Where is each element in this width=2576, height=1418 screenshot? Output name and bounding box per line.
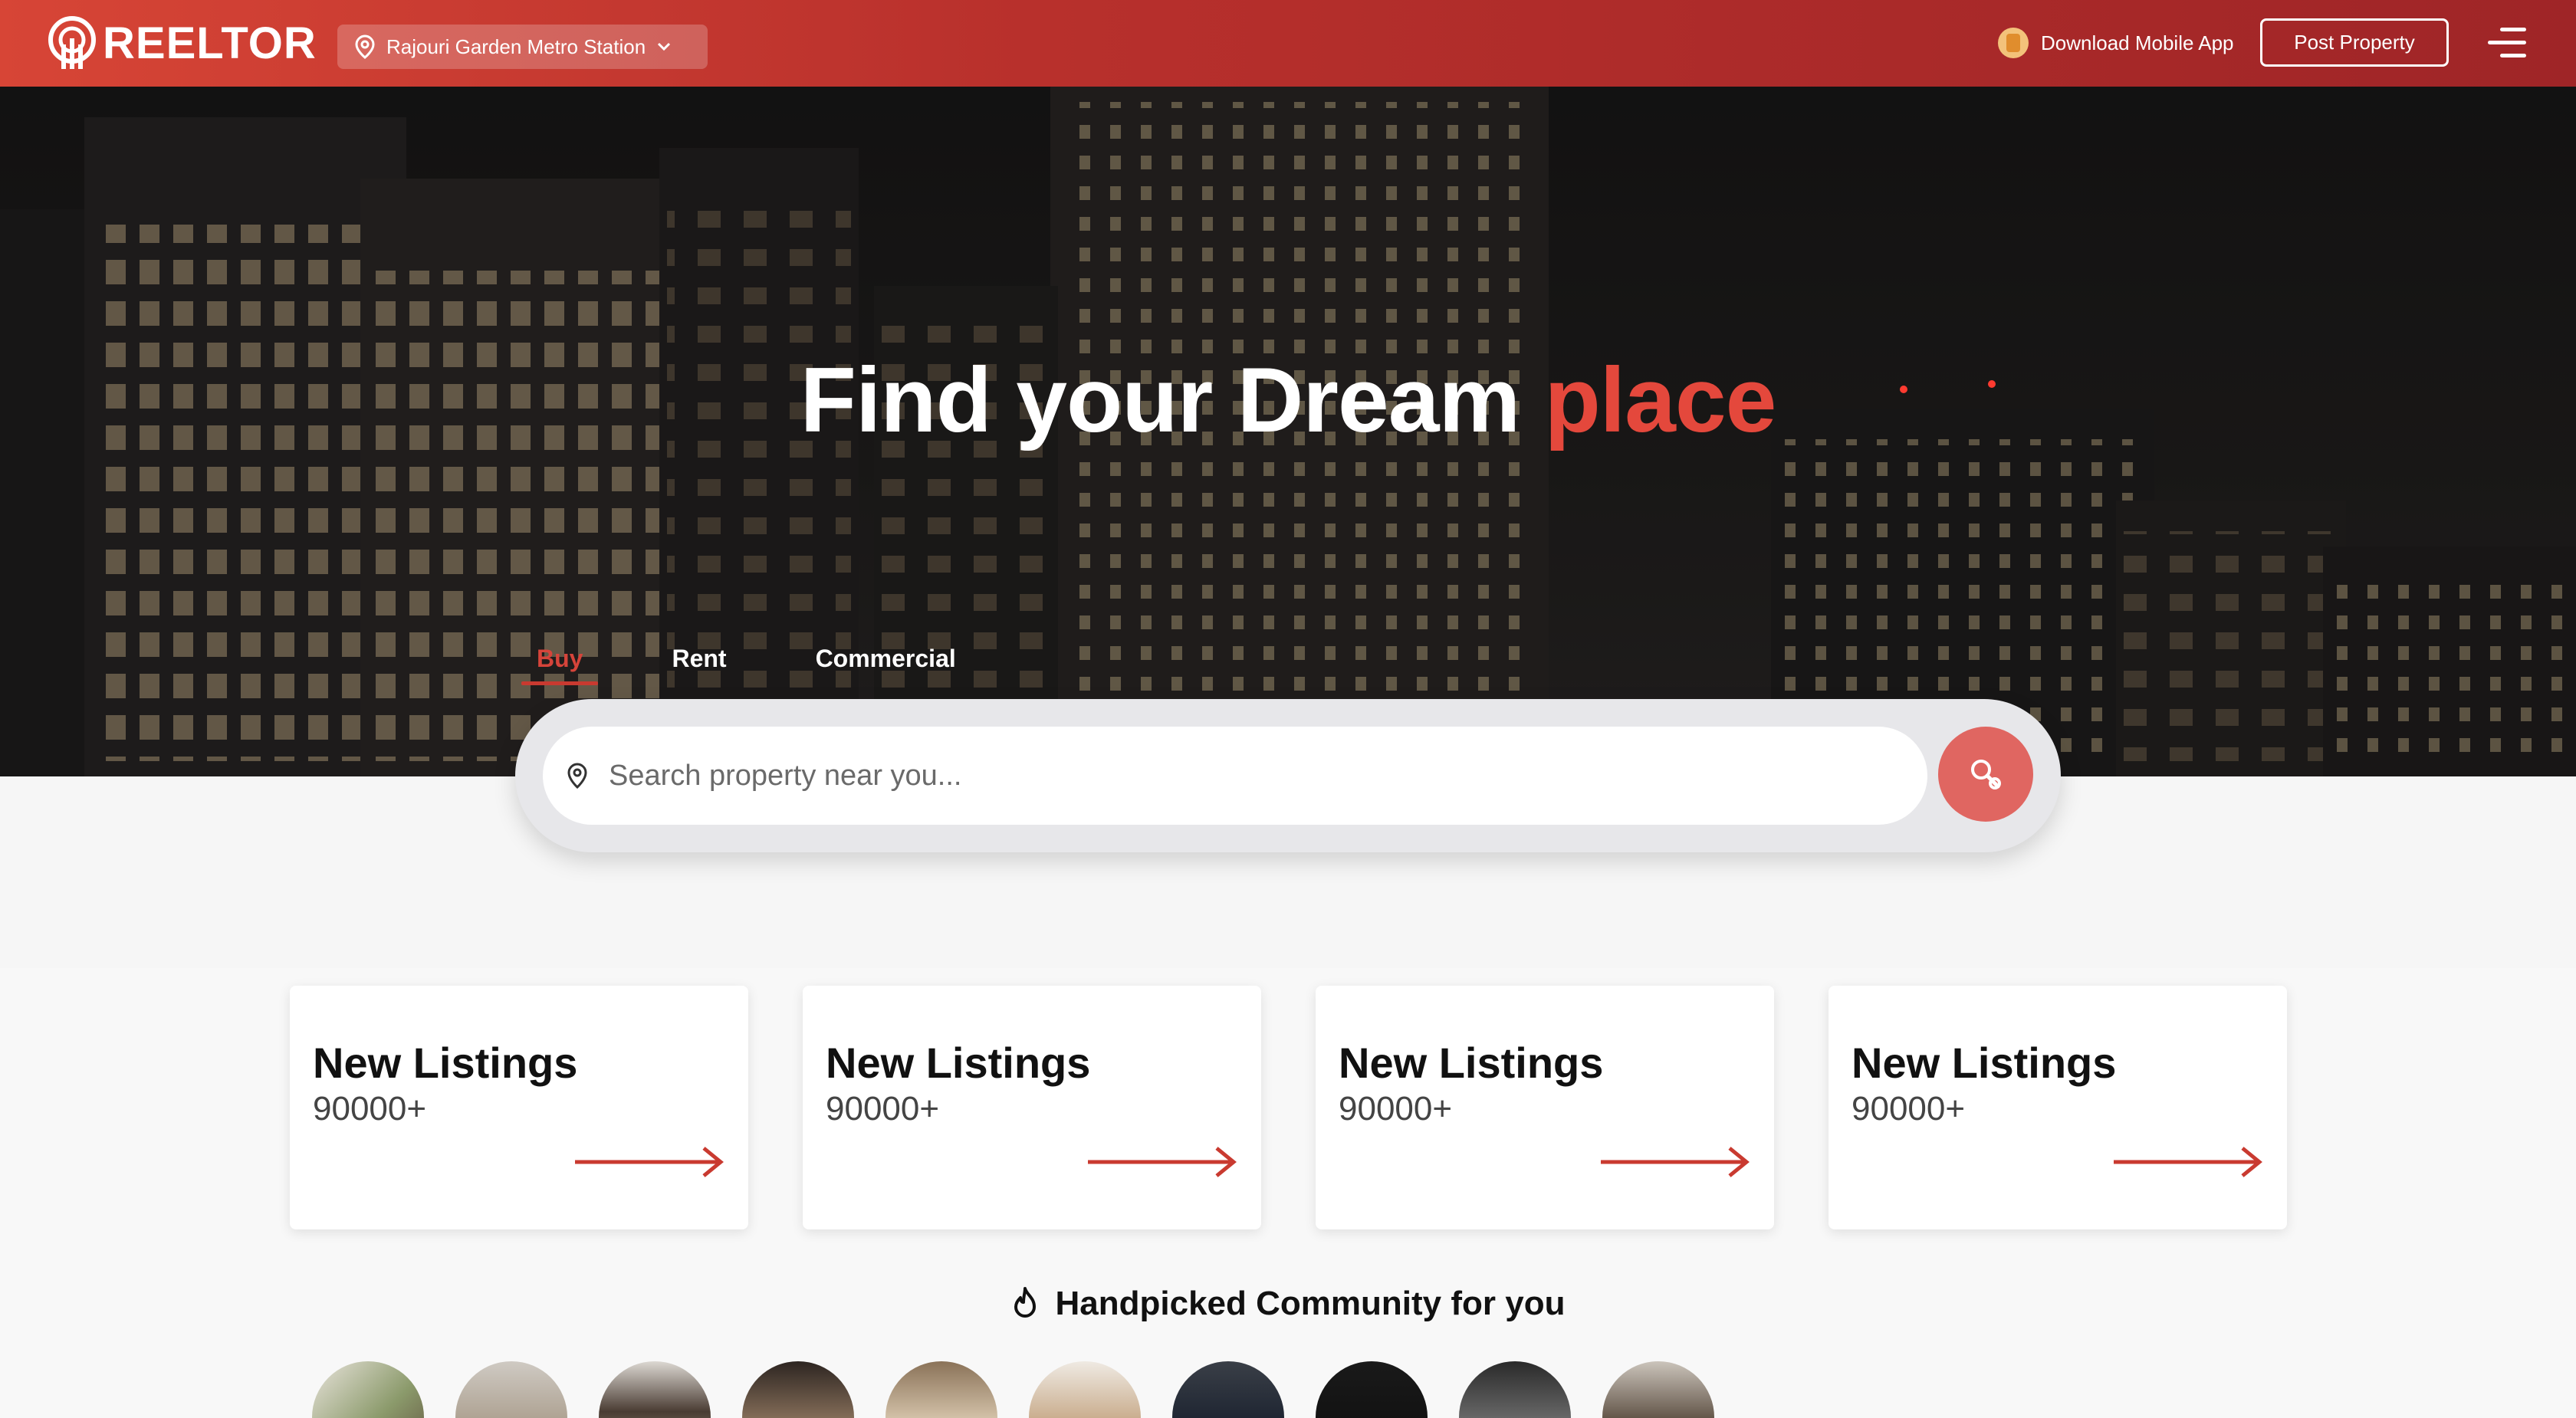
location-selector[interactable]: Rajouri Garden Metro Station [337,25,708,69]
card-count: 90000+ [1339,1090,1453,1128]
tab-rent[interactable]: Rent [672,645,726,691]
tab-commercial[interactable]: Commercial [816,645,956,691]
card-count: 90000+ [1852,1090,1966,1128]
listing-card[interactable]: New Listings 90000+ [290,986,748,1229]
card-count: 90000+ [826,1090,940,1128]
hero-title: Find your Dream place [0,347,2576,453]
download-app-label: Download Mobile App [2041,31,2234,54]
brand-name: REELTOR [103,18,317,68]
location-pin-icon [567,763,587,789]
arrow-right-icon[interactable] [1086,1145,1240,1179]
community-title: Handpicked Community for you [1055,1285,1566,1322]
chevron-down-icon [658,42,671,51]
listing-card[interactable]: New Listings 90000+ [1316,986,1774,1229]
card-title: New Listings [313,1039,578,1087]
arrow-right-icon[interactable] [1599,1145,1753,1179]
hamburger-menu-icon[interactable] [2488,26,2526,60]
card-title: New Listings [826,1039,1091,1087]
card-title: New Listings [1852,1039,2117,1087]
location-label: Rajouri Garden Metro Station [386,34,646,58]
search-input[interactable] [609,759,1835,793]
location-pin-icon [355,34,375,59]
top-header: REELTOR Rajouri Garden Metro Station Dow… [0,0,2576,87]
post-property-button[interactable]: Post Property [2260,18,2449,67]
listing-type-tabs: Buy Rent Commercial [521,645,956,691]
hero-title-accent: place [1544,349,1776,451]
fire-icon [1014,1287,1036,1318]
card-count: 90000+ [313,1090,427,1128]
search-button[interactable] [1938,727,2033,822]
search-input-container[interactable] [543,727,1927,825]
arrow-right-icon[interactable] [573,1145,727,1179]
card-title: New Listings [1339,1039,1604,1087]
brand-logo[interactable]: REELTOR [43,14,317,72]
community-heading: Handpicked Community for you [0,1285,2576,1323]
arrow-right-icon[interactable] [2112,1145,2266,1179]
listing-card[interactable]: New Listings 90000+ [1829,986,2287,1229]
download-app-link[interactable]: Download Mobile App [1998,26,2234,60]
search-bar [515,699,2061,852]
tab-buy[interactable]: Buy [521,645,600,691]
listing-card[interactable]: New Listings 90000+ [803,986,1261,1229]
search-icon [1971,760,2001,789]
logo-icon [48,16,96,69]
hero-banner: Find your Dream place Buy Rent Commercia… [0,87,2576,776]
hero-title-main: Find your Dream [800,349,1520,451]
mobile-app-icon [1998,28,2029,58]
